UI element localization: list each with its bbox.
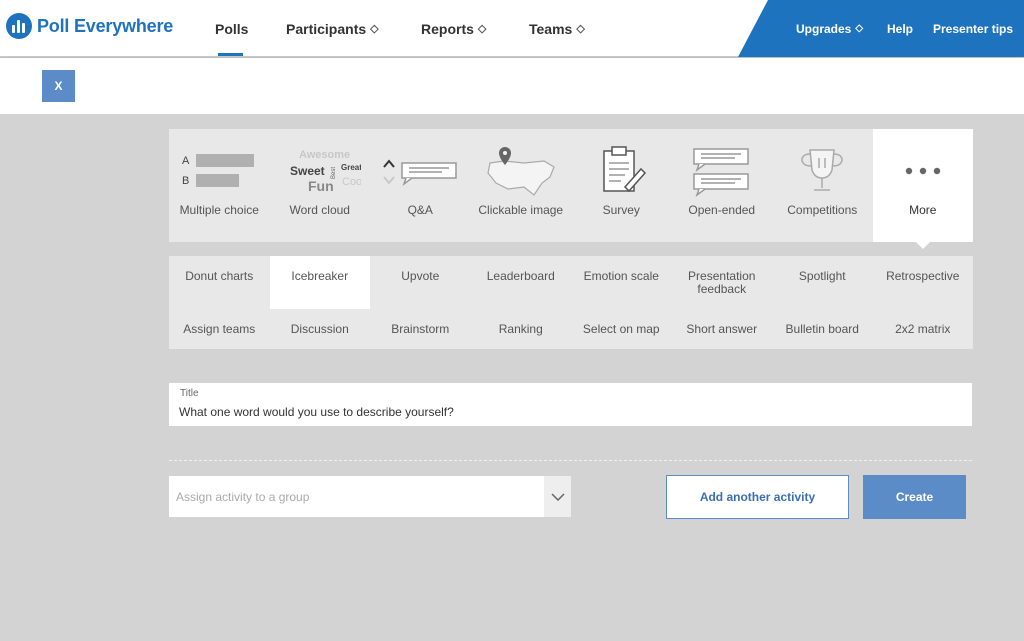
subtype-2x2-matrix[interactable]: 2x2 matrix <box>873 309 974 349</box>
activity-type-label: Q&A <box>407 203 433 217</box>
multiple-choice-icon: A B <box>182 154 255 187</box>
map-pin-icon <box>487 147 555 196</box>
add-another-activity-button[interactable]: Add another activity <box>666 475 849 519</box>
nav-upgrades-label: Upgrades <box>796 21 852 36</box>
subtype-select-on-map[interactable]: Select on map <box>571 309 672 349</box>
svg-text:Great: Great <box>341 163 361 172</box>
activity-type-row: A B Multiple choice Awesome Sweet Best G… <box>169 129 973 242</box>
title-field[interactable]: Title What one word would you use to des… <box>169 383 972 426</box>
logo-icon <box>6 13 32 39</box>
divider <box>169 460 972 461</box>
chevron-down-icon[interactable] <box>544 476 571 517</box>
subtype-ranking[interactable]: Ranking <box>471 309 572 349</box>
activity-type-label: Survey <box>602 203 640 217</box>
subtype-donut-charts[interactable]: Donut charts <box>169 256 270 309</box>
subtype-spotlight[interactable]: Spotlight <box>772 256 873 309</box>
activity-type-label: Multiple choice <box>179 203 259 217</box>
nav-reports[interactable]: Reports ◇ <box>421 0 486 57</box>
title-input[interactable]: What one word would you use to describe … <box>179 405 454 419</box>
activity-type-label: More <box>909 203 937 217</box>
subtype-emotion-scale[interactable]: Emotion scale <box>571 256 672 309</box>
nav-help-label: Help <box>887 21 914 36</box>
nav-reports-label: Reports <box>421 20 474 37</box>
active-type-caret <box>916 242 930 249</box>
diamond-icon: ◇ <box>576 23 585 35</box>
logo-text: Poll Everywhere <box>37 15 174 36</box>
nav-participants-label: Participants <box>286 20 367 37</box>
activity-type-open-ended[interactable]: Open-ended <box>672 129 773 242</box>
title-field-label: Title <box>180 388 199 399</box>
trophy-icon <box>801 149 843 191</box>
nav-participants[interactable]: Participants ◇ <box>286 0 379 57</box>
activity-type-label: Competitions <box>787 203 858 217</box>
svg-text:B: B <box>182 175 189 187</box>
activity-type-more[interactable]: More <box>872 129 973 242</box>
activity-type-survey[interactable]: Survey <box>571 129 672 242</box>
clipboard-icon <box>603 146 647 193</box>
nav-teams-label: Teams <box>529 20 573 37</box>
nav-polls[interactable]: Polls <box>215 0 248 57</box>
nav-help[interactable]: Help <box>887 0 913 57</box>
subtype-retrospective[interactable]: Retrospective <box>873 256 974 309</box>
assign-group-select[interactable]: Assign activity to a group <box>169 476 571 517</box>
nav-teams[interactable]: Teams ◇ <box>529 0 585 57</box>
svg-text:Cool: Cool <box>342 176 361 188</box>
subtype-short-answer[interactable]: Short answer <box>672 309 773 349</box>
top-header: Poll Everywhere Polls Participants ◇ Repo… <box>0 0 1024 57</box>
subtype-bulletin-board[interactable]: Bulletin board <box>772 309 873 349</box>
activity-type-competitions[interactable]: Competitions <box>772 129 873 242</box>
logo[interactable]: Poll Everywhere <box>6 13 173 39</box>
subtype-discussion[interactable]: Discussion <box>270 309 371 349</box>
svg-text:Awesome: Awesome <box>299 149 350 161</box>
nav-presenter-tips-label: Presenter tips <box>933 21 1014 36</box>
activity-type-qa[interactable]: Q&A <box>370 129 471 242</box>
activity-type-label: Clickable image <box>478 203 564 217</box>
subtype-assign-teams[interactable]: Assign teams <box>169 309 270 349</box>
activity-type-multiple-choice[interactable]: A B Multiple choice <box>169 129 270 242</box>
word-cloud-icon: Awesome Sweet Best Great Fun Cool <box>290 149 361 194</box>
nav-presenter-tips[interactable]: Presenter tips <box>933 0 1013 57</box>
more-icon <box>905 167 940 175</box>
diamond-icon: ◇ <box>370 23 379 35</box>
subtype-presentation-feedback[interactable]: Presentation feedback <box>672 256 773 309</box>
diamond-icon: ◇ <box>477 23 487 35</box>
activity-type-clickable-image[interactable]: Clickable image <box>471 129 572 242</box>
subtype-brainstorm[interactable]: Brainstorm <box>370 309 471 349</box>
svg-text:Fun: Fun <box>308 178 334 194</box>
subtype-upvote[interactable]: Upvote <box>370 256 471 309</box>
nav-polls-label: Polls <box>215 20 249 37</box>
subtype-leaderboard[interactable]: Leaderboard <box>471 256 572 309</box>
activity-type-label: Word cloud <box>289 203 350 217</box>
svg-text:Sweet: Sweet <box>290 164 325 178</box>
assign-group-placeholder: Assign activity to a group <box>176 490 310 504</box>
active-nav-indicator <box>218 53 243 56</box>
create-button[interactable]: Create <box>863 475 966 519</box>
svg-text:A: A <box>182 155 190 167</box>
activity-type-word-cloud[interactable]: Awesome Sweet Best Great Fun Cool Word c… <box>270 129 371 242</box>
close-button[interactable]: X <box>42 70 75 102</box>
close-bar: X <box>0 58 1024 114</box>
activity-type-label: Open-ended <box>688 203 756 217</box>
speech-bubbles-icon <box>693 148 749 197</box>
more-activity-grid: Donut charts Icebreaker Upvote Leaderboa… <box>169 256 973 349</box>
qa-icon <box>383 159 457 187</box>
nav-upgrades[interactable]: Upgrades ◇ <box>796 0 863 57</box>
subtype-icebreaker[interactable]: Icebreaker <box>269 256 370 309</box>
diamond-icon: ◇ <box>855 23 864 34</box>
